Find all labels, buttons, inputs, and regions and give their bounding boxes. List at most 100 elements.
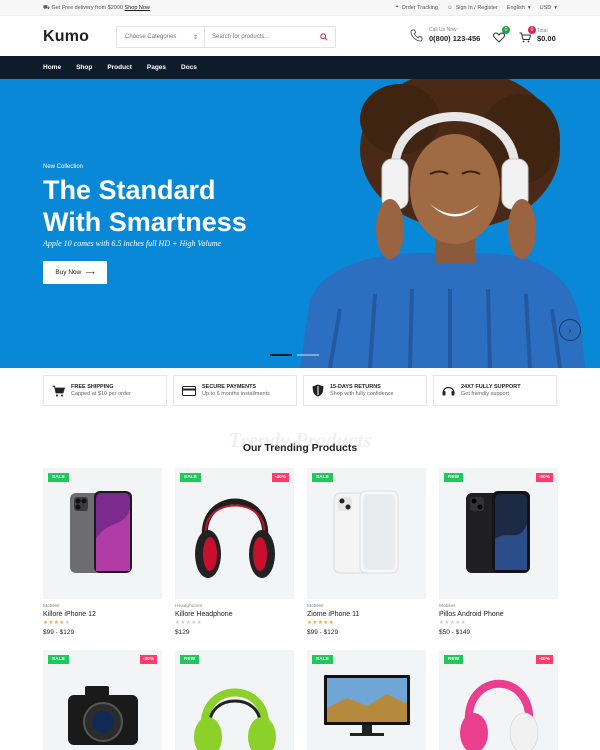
product-card[interactable]: SALE -40% Headphones Killore Headphone ★… [175,468,294,636]
product-card[interactable]: NEW -50% Mobiles Pillos Android Phone ★★… [439,468,558,636]
product-card[interactable]: NEW -60% [439,650,558,750]
product-card[interactable]: SALE Mobiles Ziome iPhone 11 ★★★★★ $99 -… [307,468,426,636]
hero-title: The Standard With Smartness [43,175,247,237]
wishlist-button[interactable]: 0 [493,26,510,48]
monitor-image [323,675,410,736]
sale-badge: SALE [48,655,69,664]
arrow-right-icon: ⟶ [85,269,95,277]
feature-free-shipping: FREE SHIPPING Capped at $10 per order [43,375,167,406]
product-category: Mobiles [439,604,456,609]
product-image[interactable]: NEW -60% [439,650,558,750]
rating-stars: ★★★★★ [43,620,71,626]
iphone-image [333,490,398,573]
cart-count-badge: 0 [528,26,536,34]
sign-in-link[interactable]: ☺ Sign In / Register [447,5,498,11]
product-image[interactable]: SALE -40% [175,468,294,599]
hero-banner: New Collection The Standard With Smartne… [0,79,600,368]
hero-woman-image [300,79,585,368]
wishlist-count-badge: 0 [502,26,510,34]
heart-icon [493,32,505,43]
section-title: Our Trending Products [242,442,358,454]
product-image[interactable]: SALE -30% [43,650,162,750]
logo[interactable]: Kumo [43,28,89,46]
chevron-down-icon: ▾ [554,4,557,11]
category-select[interactable]: Choose Categories ⇕ [117,27,205,47]
sale-badge: SALE [180,473,201,482]
feature-secure-payments: SECURE PAYMENTS Up to 6 months installmen… [173,375,297,406]
cart-total[interactable]: Total $0.00 [537,28,556,43]
headphone-image [193,688,276,750]
product-price: $99 - $129 [43,629,75,636]
product-image[interactable]: NEW [175,650,294,750]
product-name[interactable]: Pillos Android Phone [439,611,558,618]
search-bar: Choose Categories ⇕ Search for products.… [116,26,336,48]
nav-item-product[interactable]: Product [107,64,132,71]
truck-icon: ⛟ [43,5,50,11]
slider-dots [270,354,319,356]
search-button[interactable] [313,33,335,41]
search-input[interactable]: Search for products... [205,34,313,40]
discount-badge: -60% [535,655,553,664]
product-price: $129 [175,629,190,636]
discount-badge: -50% [535,473,553,482]
feature-returns: 15-DAYS RETURNS Shop with fully confidenc… [303,375,427,406]
new-badge: NEW [444,655,464,664]
language-select[interactable]: English ▾ [507,5,531,11]
sale-badge: SALE [312,655,333,664]
top-bar: ⛟ Get Free delivery from $2000 Shop Now … [0,0,600,16]
nav-item-docs[interactable]: Docs [181,64,197,71]
select-arrows-icon: ⇕ [192,34,198,41]
rating-stars: ★★★★★ [175,620,203,626]
slider-dot[interactable] [270,354,292,356]
product-price: $50 - $149 [439,629,471,636]
product-name[interactable]: Killore iPhone 12 [43,611,162,618]
cart-button[interactable]: 0 [519,26,536,48]
headphone-image [459,679,538,750]
phone-icon [410,29,423,41]
call-us: Call Us Now: 0(800) 123-456 [410,27,480,43]
slider-next-button[interactable]: › [559,319,581,341]
hero-subtitle: Apple 10 comes with 6.5 inches full HD +… [43,239,222,248]
product-image[interactable]: SALE [307,650,426,750]
buy-now-button[interactable]: Buy Now ⟶ [43,261,107,284]
product-category: Headphones [175,604,203,609]
product-image[interactable]: SALE [307,468,426,599]
slider-dot[interactable] [297,354,319,356]
product-image[interactable]: NEW -50% [439,468,558,599]
shop-now-link[interactable]: Shop Now [125,5,150,11]
search-icon [320,33,328,41]
cart-icon [52,385,65,396]
headphone-image [194,498,275,578]
product-name[interactable]: Killore Headphone [175,611,294,618]
discount-badge: -40% [271,473,289,482]
new-badge: NEW [180,655,200,664]
feature-support: 24X7 FULLY SUPPORT Get friendly support [433,375,557,406]
currency-select[interactable]: USD ▾ [540,5,557,11]
product-name[interactable]: Ziome iPhone 11 [307,611,426,618]
shield-icon [312,384,324,397]
product-card[interactable]: SALE Mobiles Killore iPhone 12 ★★★★★ $99… [43,468,162,636]
new-badge: NEW [444,473,464,482]
nav-item-home[interactable]: Home [43,64,61,71]
rating-stars: ★★★★★ [307,620,335,626]
main-nav: Home Shop Product Pages Docs [0,56,600,79]
nav-item-shop[interactable]: Shop [76,64,92,71]
product-image[interactable]: SALE [43,468,162,599]
sale-badge: SALE [312,473,333,482]
cart-icon [519,32,532,43]
product-category: Mobiles [307,604,324,609]
product-card[interactable]: NEW [175,650,294,750]
sale-badge: SALE [48,473,69,482]
rating-stars: ★★★★★ [439,620,467,626]
hero-tag: New Collection [43,164,84,170]
phone-image [465,490,530,573]
product-card[interactable]: SALE -30% [43,650,162,750]
camera-image [67,686,138,745]
iphone-image [69,490,132,573]
user-icon: ☺ [446,4,453,11]
order-tracking-link[interactable]: ⌖ Order Tracking [396,4,438,11]
product-card[interactable]: SALE [307,650,426,750]
promo-text: ⛟ Get Free delivery from $2000 Shop Now [43,5,150,11]
headset-icon [442,386,455,396]
nav-item-pages[interactable]: Pages [147,64,166,71]
